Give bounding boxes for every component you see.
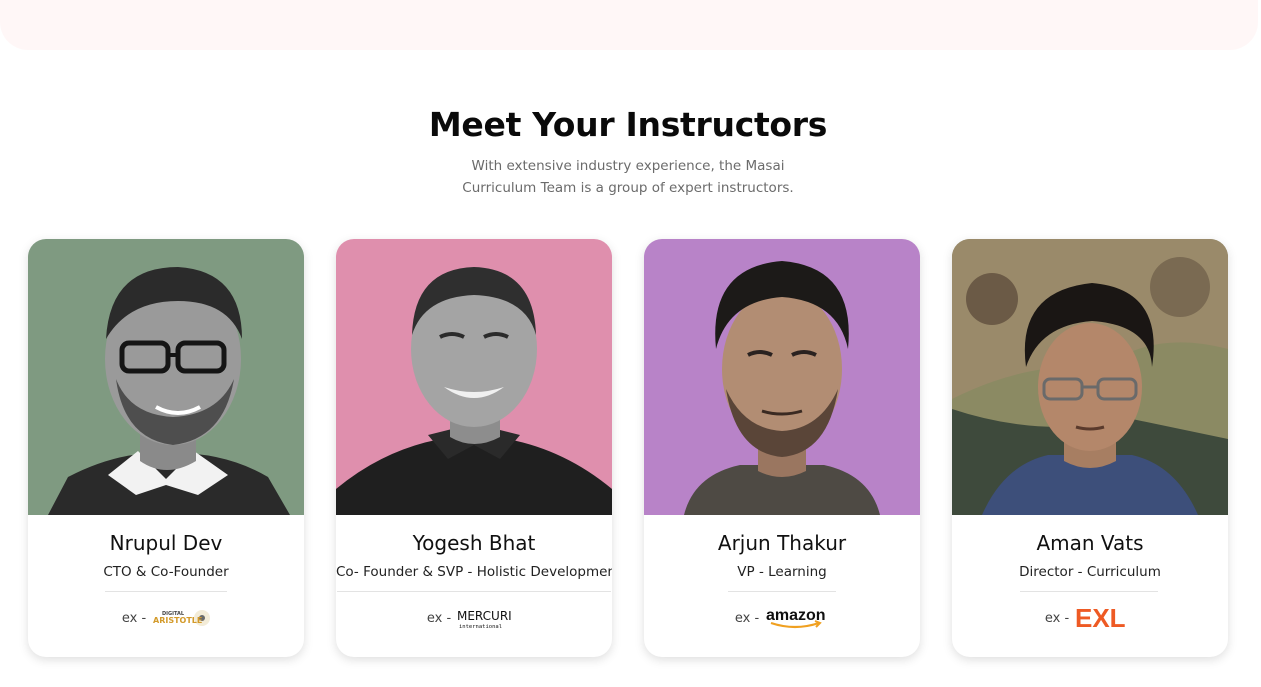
company-row: ex - amazon xyxy=(644,603,920,633)
instructor-photo xyxy=(28,239,304,515)
instructor-role: Co- Founder & SVP - Holistic Development xyxy=(336,564,612,580)
divider xyxy=(105,591,227,592)
instructor-name: Nrupul Dev xyxy=(109,531,223,555)
instructor-card-aman-vats[interactable]: Aman Vats Director - Curriculum ex - EXL xyxy=(952,239,1228,657)
instructor-name: Arjun Thakur xyxy=(717,531,847,555)
digital-aristotle-logo: DIGITAL ARISTOTLE xyxy=(152,608,211,628)
subtitle-line-2: Curriculum Team is a group of expert ins… xyxy=(462,180,794,196)
instructor-photo xyxy=(644,239,920,515)
subtitle-line-1: With extensive industry experience, the … xyxy=(471,158,785,174)
exl-logo: EXL xyxy=(1075,605,1135,631)
ex-prefix: ex - xyxy=(426,610,452,626)
amazon-logo: amazon xyxy=(765,606,829,630)
ex-prefix: ex - xyxy=(121,610,147,626)
top-banner xyxy=(0,0,1258,50)
company-row: ex - EXL xyxy=(952,603,1228,633)
divider xyxy=(1020,591,1158,592)
instructor-name: Yogesh Bhat xyxy=(412,531,536,555)
instructor-card-nrupul-dev[interactable]: Nrupul Dev CTO & Co-Founder ex - DIGITAL… xyxy=(28,239,304,657)
instructor-card-arjun-thakur[interactable]: Arjun Thakur VP - Learning ex - amazon xyxy=(644,239,920,657)
ex-prefix: ex - xyxy=(1044,610,1070,626)
section-title: Meet Your Instructors xyxy=(428,105,828,144)
logo-text-main: EXL xyxy=(1075,605,1126,631)
instructor-photo xyxy=(952,239,1228,515)
divider xyxy=(337,591,611,592)
instructor-role: Director - Curriculum xyxy=(1019,564,1161,580)
instructor-name: Aman Vats xyxy=(1036,531,1144,555)
logo-text-main: ARISTOTLE xyxy=(153,616,202,625)
company-row: ex - MERCURI international xyxy=(336,603,612,633)
mercuri-logo: MERCURI international xyxy=(457,607,521,629)
instructor-role: CTO & Co-Founder xyxy=(103,564,229,580)
ex-prefix: ex - xyxy=(734,610,760,626)
company-row: ex - DIGITAL ARISTOTLE xyxy=(28,603,304,633)
instructor-photo xyxy=(336,239,612,515)
instructor-role: VP - Learning xyxy=(737,564,827,580)
divider xyxy=(728,591,836,592)
logo-text-sub: international xyxy=(459,624,502,629)
logo-text-main: MERCURI xyxy=(457,609,512,623)
instructor-card-yogesh-bhat[interactable]: Yogesh Bhat Co- Founder & SVP - Holistic… xyxy=(336,239,612,657)
section-subtitle: With extensive industry experience, the … xyxy=(460,155,796,199)
